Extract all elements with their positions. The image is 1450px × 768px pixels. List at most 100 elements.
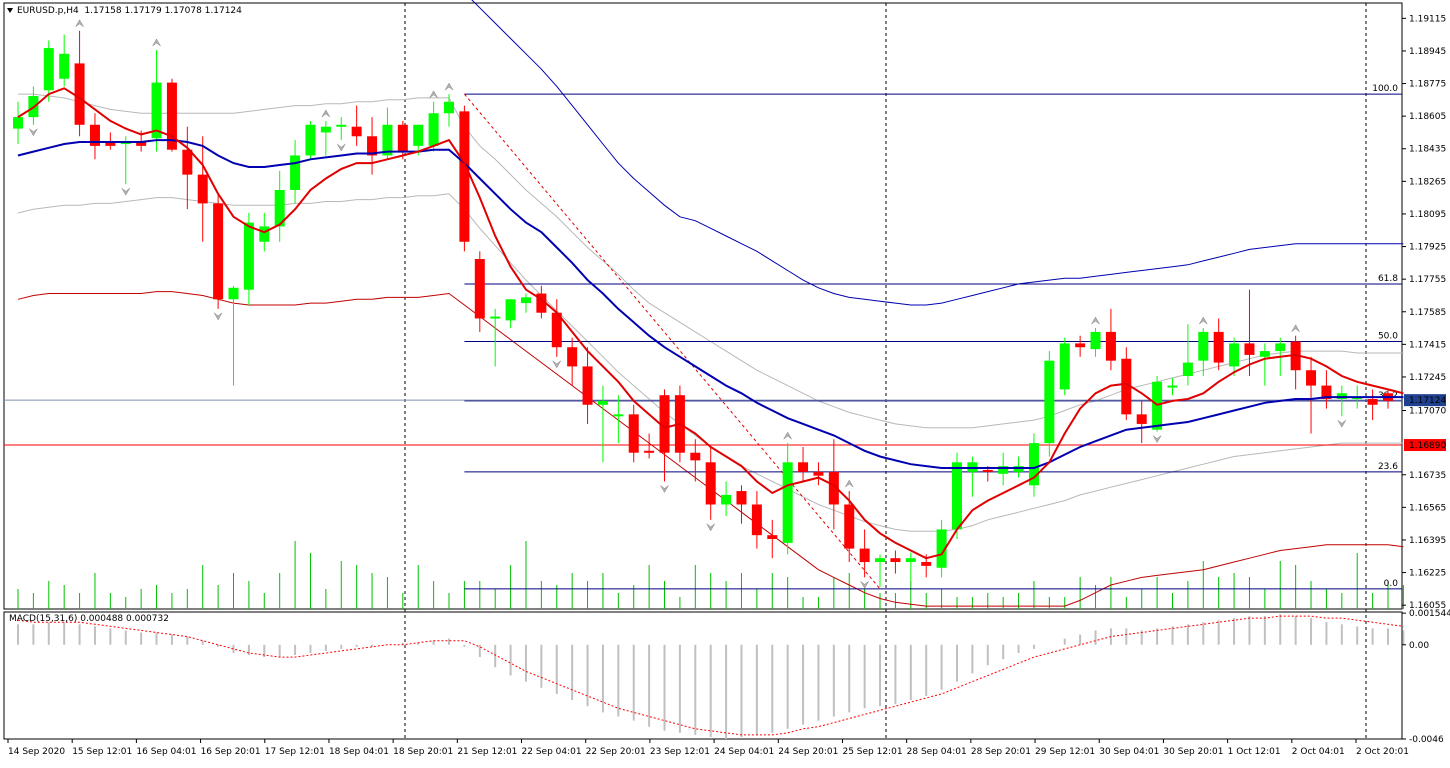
candle-body [397,124,408,152]
time-axis-label: 16 Sep 04:01 [136,747,196,757]
candle-body [1044,360,1055,444]
price-axis-label: 1.19115 [1409,14,1446,24]
fibonacci-level-label: 0.0 [1384,579,1399,589]
chart-window: EURUSD.p,H4 1.17158 1.17179 1.17078 1.17… [0,0,1450,764]
candle-body [705,462,716,505]
candle-body [13,117,23,129]
chart-canvas[interactable]: 100.061.850.038.223.60.01.191151.189451.… [0,0,1450,764]
candle-body [474,259,485,319]
candle-body [182,149,193,175]
candle-body [690,452,701,461]
candle-body [1367,399,1378,405]
time-axis-label: 1 Oct 12:01 [1228,747,1281,757]
time-axis-label: 29 Sep 12:01 [1035,747,1095,757]
price-axis-label: 1.18775 [1409,80,1446,90]
time-axis-label: 18 Sep 04:01 [329,747,389,757]
candle-body [1059,343,1070,390]
symbol-header[interactable]: EURUSD.p,H4 1.17158 1.17179 1.17078 1.17… [7,6,242,16]
fibonacci-level-label: 50.0 [1378,331,1398,341]
time-axis-label: 28 Sep 04:01 [907,747,967,757]
candle [1044,351,1055,457]
ohlc-readout: 1.17158 1.17179 1.17078 1.17124 [84,6,242,16]
time-axis-label: 17 Sep 12:01 [265,747,325,757]
candle-body [767,535,778,540]
price-axis-label: 1.16735 [1409,471,1446,481]
candle-body [628,414,639,453]
candle-body [74,63,85,125]
time-axis-label: 2 Oct 20:01 [1356,747,1409,757]
price-axis-label: 1.17585 [1409,308,1446,318]
candle-body [1213,331,1224,363]
fibonacci-level-label: 61.8 [1378,274,1398,284]
price-axis-label: 1.17070 [1409,407,1446,417]
time-axis-label: 21 Sep 12:01 [457,747,517,757]
price-axis-label: 1.18265 [1409,177,1446,187]
candle-body [582,366,593,405]
candle-body [844,504,855,549]
candle-body [813,471,824,476]
time-axis-label: 2 Oct 04:01 [1292,747,1345,757]
candle-body [1275,343,1286,352]
time-axis-label: 18 Sep 20:01 [393,747,453,757]
candle-body [1013,466,1024,472]
candle-body [259,226,270,242]
candle-body [859,548,870,563]
candle-body [921,562,932,566]
candle-body [1182,362,1193,376]
candle-body [951,462,962,530]
candle-body [1075,343,1086,348]
candle-body [243,222,254,290]
candle-body [613,414,624,417]
candle-body [59,53,70,79]
candle-body [320,126,331,133]
fibonacci-level-label: 100.0 [1372,84,1398,94]
current-price-badge-text: 1.17124 [1409,396,1446,406]
dropdown-triangle-icon[interactable] [7,8,13,13]
candle-body [1306,370,1317,386]
candle-body [1105,331,1116,361]
candle-body [43,48,54,91]
price-axis-label: 1.17925 [1409,243,1446,253]
candle-body [597,400,608,405]
candle-body [751,504,762,536]
price-axis-label: 1.16565 [1409,503,1446,513]
price-axis-label: 1.17755 [1409,275,1446,285]
candle-body [351,126,362,137]
time-axis-label: 14 Sep 2020 [8,747,65,757]
candle-body [520,297,531,304]
macd-axis-label: -0.0046 [1409,735,1444,745]
candle-body [505,299,516,321]
horizontal-level-badge-text: 1.16890 [1409,441,1446,451]
candle [1059,337,1070,396]
candle-body [1136,414,1147,424]
candle-body [567,347,578,367]
candle-body [1198,331,1209,361]
time-axis-label: 30 Sep 04:01 [1099,747,1159,757]
price-axis-label: 1.17415 [1409,340,1446,350]
time-axis-label: 16 Sep 20:01 [201,747,261,757]
time-axis-label: 15 Sep 12:01 [72,747,132,757]
price-axis-label: 1.17245 [1409,373,1446,383]
candle-body [459,111,470,242]
candle-body [197,174,208,204]
candle [305,120,316,160]
candle-body [444,101,455,114]
macd-panel-frame [3,611,1403,740]
time-axis-label: 24 Sep 20:01 [778,747,838,757]
symbol-name: EURUSD.p,H4 [17,6,79,16]
candle [213,193,224,309]
macd-axis-label: 0.001544 [1409,609,1450,619]
candle-body [782,462,793,543]
time-axis-label: 22 Sep 20:01 [586,747,646,757]
macd-axis-label: 0.00 [1409,641,1429,651]
candle-body [1244,343,1255,355]
price-axis-label: 1.18435 [1409,145,1446,155]
candle-body [228,287,239,300]
candle [459,105,470,252]
candle-body [875,558,886,563]
candle-body [798,462,809,472]
candle-body [982,469,993,472]
candle-body [305,124,316,156]
time-axis-label: 25 Sep 12:01 [842,747,902,757]
candle-body [1229,343,1240,367]
